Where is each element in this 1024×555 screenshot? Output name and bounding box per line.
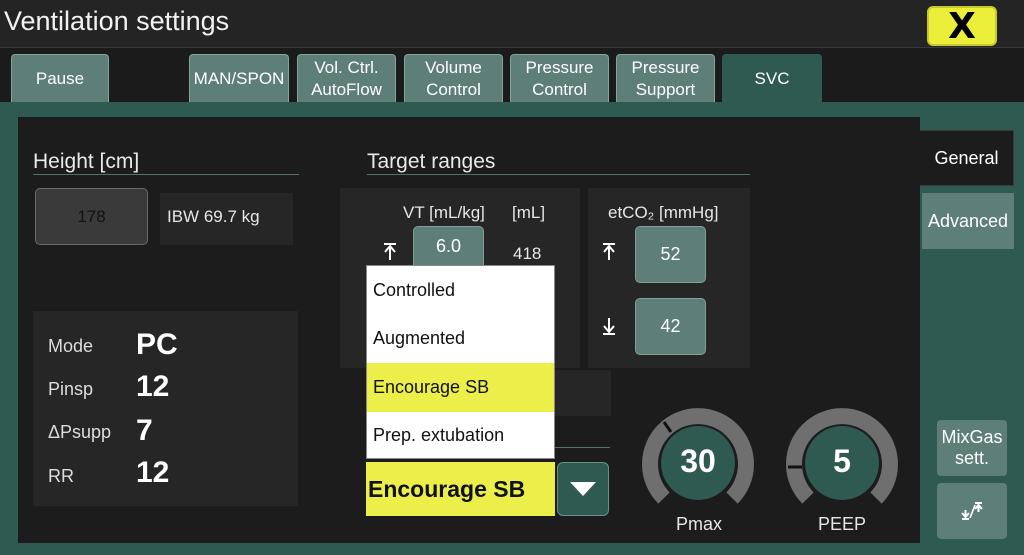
tab-pressure-support[interactable]: Pressure Support	[616, 54, 715, 102]
tab-man-spon[interactable]: MAN/SPON	[189, 54, 289, 102]
dropdown-option-prep-extubation[interactable]: Prep. extubation	[367, 412, 554, 461]
dropdown-option-augmented[interactable]: Augmented	[367, 315, 554, 364]
delta-psupp-value: 7	[136, 414, 153, 447]
ml-label: [mL]	[512, 203, 546, 222]
etco2-label: etCO₂ [mmHg]	[608, 203, 719, 222]
peep-gauge[interactable]: 5	[786, 405, 898, 517]
vt-upper-ml: 418	[513, 244, 542, 263]
mode-label: Mode	[48, 336, 94, 356]
tab-pressure-control[interactable]: Pressure Control	[510, 54, 609, 102]
target-ranges-divider	[367, 174, 750, 175]
pmax-label: Pmax	[676, 514, 723, 534]
title-bar: Ventilation settings X	[0, 0, 1024, 48]
side-tab-general[interactable]: General	[920, 130, 1014, 186]
range-box-extension	[555, 370, 611, 416]
rr-value: 12	[136, 456, 170, 489]
mixgas-settings-button[interactable]: MixGas sett.	[937, 420, 1007, 476]
etco2-lower-limit-icon	[603, 318, 615, 335]
mode-value: PC	[136, 328, 178, 361]
peep-label: PEEP	[818, 514, 867, 534]
pmax-value: 30	[680, 443, 716, 479]
side-tab-advanced[interactable]: Advanced	[922, 193, 1014, 249]
peep-value: 5	[833, 443, 851, 479]
tab-volume-control[interactable]: Volume Control	[404, 54, 503, 102]
rr-label: RR	[48, 466, 74, 486]
pinsp-label: Pinsp	[48, 379, 94, 399]
etco2-upper-input[interactable]: 52	[635, 226, 706, 283]
mode-divider	[555, 447, 610, 448]
chevron-down-icon	[570, 482, 596, 496]
height-divider	[33, 174, 299, 175]
vt-upper-input[interactable]: 6.0	[413, 226, 484, 266]
dropdown-option-encourage-sb[interactable]: Encourage SB	[367, 363, 554, 412]
pmax-gauge[interactable]: 30	[642, 405, 754, 517]
mode-dropdown-menu: Controlled Augmented Encourage SB Prep. …	[366, 265, 555, 459]
tab-svc[interactable]: SVC	[722, 54, 822, 102]
dropdown-option-controlled[interactable]: Controlled	[367, 266, 554, 315]
tab-pause[interactable]: Pause	[11, 54, 109, 102]
ibw-value: IBW 69.7 kg	[167, 207, 260, 226]
height-label: Height [cm]	[33, 150, 140, 173]
close-button[interactable]: X	[927, 6, 997, 47]
ventilation-settings-window: Ventilation settings X Pause MAN/SPON Vo…	[0, 0, 1024, 555]
target-ranges-label: Target ranges	[367, 150, 496, 173]
dropdown-toggle-button[interactable]	[557, 462, 609, 516]
pinsp-value: 12	[136, 370, 170, 403]
tab-vol-ctrl-autoflow[interactable]: Vol. Ctrl. AutoFlow	[297, 54, 396, 102]
limits-toggle-button[interactable]	[937, 483, 1007, 539]
window-title: Ventilation settings	[4, 6, 230, 36]
limits-toggle-icon	[961, 502, 983, 520]
etco2-lower-input[interactable]: 42	[635, 298, 706, 355]
delta-psupp-label: ΔPsupp	[48, 422, 112, 442]
mode-dropdown-selected[interactable]: Encourage SB	[366, 462, 555, 516]
etco2-upper-limit-icon	[603, 243, 615, 260]
vt-label: VT [mL/kg]	[403, 203, 485, 222]
vt-upper-limit-icon	[384, 243, 396, 260]
height-input[interactable]: 178	[35, 188, 148, 245]
